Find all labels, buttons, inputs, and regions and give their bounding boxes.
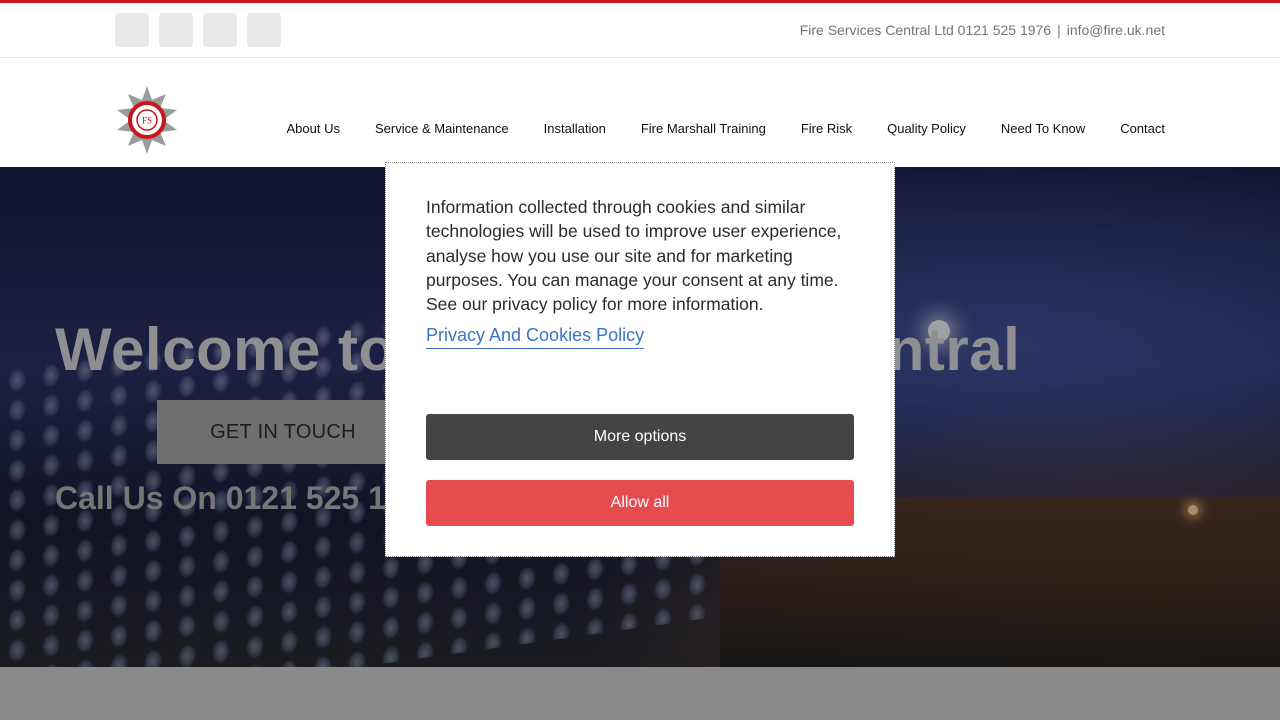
more-options-button[interactable]: More options [426,414,854,460]
privacy-policy-link[interactable]: Privacy And Cookies Policy [426,325,645,349]
nav-contact[interactable]: Contact [1120,121,1165,136]
social-icon-4[interactable] [247,13,281,47]
cookie-consent-dialog: Information collected through cookies an… [385,162,895,557]
social-icon-2[interactable] [159,13,193,47]
nav-need-to-know[interactable]: Need To Know [1001,121,1085,136]
main-nav: About Us Service & Maintenance Installat… [287,121,1166,136]
next-section [0,667,1280,720]
get-in-touch-button[interactable]: GET IN TOUCH [157,400,409,464]
contact-info: Fire Services Central Ltd 0121 525 1976 … [800,22,1165,38]
cookie-message: Information collected through cookies an… [426,197,842,315]
nav-installation[interactable]: Installation [544,121,606,136]
svg-text:FS: FS [142,116,152,126]
site-header: FS About Us Service & Maintenance Instal… [0,58,1280,167]
social-icon-1[interactable] [115,13,149,47]
fire-services-badge-icon[interactable]: FS [113,86,181,154]
nav-quality-policy[interactable]: Quality Policy [887,121,966,136]
nav-about-us[interactable]: About Us [287,121,340,136]
nav-fire-marshall-training[interactable]: Fire Marshall Training [641,121,766,136]
nav-fire-risk[interactable]: Fire Risk [801,121,852,136]
separator: | [1057,22,1061,38]
allow-all-button[interactable]: Allow all [426,480,854,526]
top-bar: Fire Services Central Ltd 0121 525 1976 … [0,0,1280,58]
email-link[interactable]: info@fire.uk.net [1067,22,1165,38]
social-icon-3[interactable] [203,13,237,47]
nav-service-maintenance[interactable]: Service & Maintenance [375,121,509,136]
call-us-text: Call Us On 0121 525 1976 [55,480,440,516]
company-phone[interactable]: Fire Services Central Ltd 0121 525 1976 [800,22,1051,38]
social-links [115,13,281,47]
